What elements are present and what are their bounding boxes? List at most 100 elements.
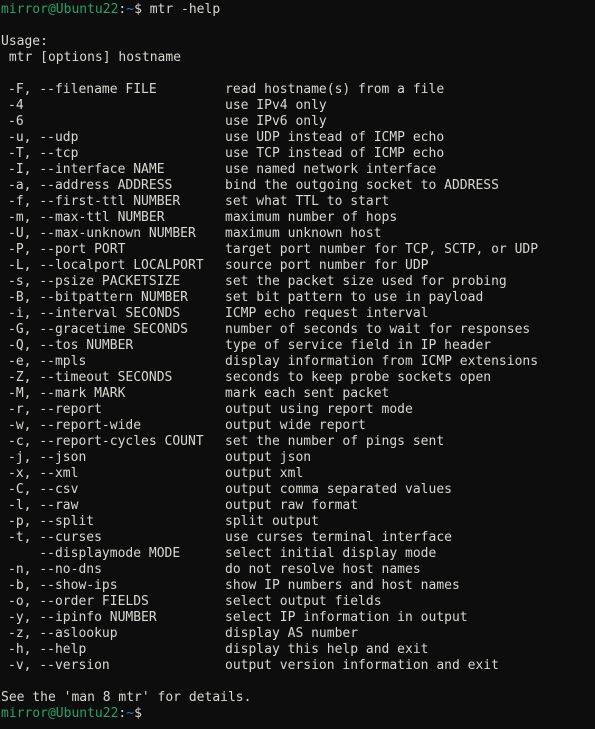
option-description: split output (225, 514, 319, 529)
option-row: -h, --help display this help and exit (0, 642, 595, 658)
prompt-user-host: mirror@Ubuntu22 (1, 706, 119, 721)
option-row: -w, --report-wide output wide report (0, 418, 595, 434)
option-row: -l, --raw output raw format (0, 498, 595, 514)
option-flag: -Z, --timeout SECONDS (8, 370, 173, 385)
option-row: -B, --bitpattern NUMBER set bit pattern t… (0, 290, 595, 306)
option-flag: --displaymode MODE (8, 546, 181, 561)
option-row: -Z, --timeout SECONDS seconds to keep pro… (0, 370, 595, 386)
option-flag: -x, --xml (8, 466, 79, 481)
option-flag: -o, --order FIELDS (8, 594, 149, 609)
trailing-prompt-line: mirror@Ubuntu22:~$ (0, 706, 595, 722)
option-row: -f, --first-ttl NUMBER set what TTL to st… (0, 194, 595, 210)
option-row: -4 use IPv4 only (0, 98, 595, 114)
option-flag: -e, --mpls (8, 354, 87, 369)
prompt-sigil: $ (134, 706, 142, 721)
option-description: maximum number of hops (225, 210, 398, 225)
option-row: -i, --interval SECONDS ICMP echo request … (0, 306, 595, 322)
option-description: display information from ICMP extensions (225, 354, 539, 369)
option-description: select output fields (225, 594, 382, 609)
option-flag: -w, --report-wide (8, 418, 142, 433)
option-row: -t, --curses use curses terminal interfac… (0, 530, 595, 546)
option-flag: -a, --address ADDRESS (8, 178, 173, 193)
option-flag: -f, --first-ttl NUMBER (8, 194, 181, 209)
option-row: -T, --tcp use TCP instead of ICMP echo (0, 146, 595, 162)
option-flag: -F, --filename FILE (8, 82, 157, 97)
option-row: -M, --mark MARK mark each sent packet (0, 386, 595, 402)
option-row: -e, --mpls display information from ICMP … (0, 354, 595, 370)
option-description: output using report mode (225, 402, 413, 417)
option-row: -I, --interface NAME use named network in… (0, 162, 595, 178)
option-flag: -M, --mark MARK (8, 386, 126, 401)
option-flag: -I, --interface NAME (8, 162, 165, 177)
option-row: -n, --no-dns do not resolve host names (0, 562, 595, 578)
prompt-sigil: $ (134, 2, 142, 17)
option-description: set the packet size used for probing (225, 274, 507, 289)
option-description: type of service field in IP header (225, 338, 492, 353)
option-description: use IPv6 only (225, 114, 327, 129)
option-row: -U, --max-unknown NUMBER maximum unknown … (0, 226, 595, 242)
option-flag: -m, --max-ttl NUMBER (8, 210, 165, 225)
option-row: -C, --csv output comma separated values (0, 482, 595, 498)
command-prompt-line: mirror@Ubuntu22:~$ mtr -help (0, 2, 595, 18)
option-row: -b, --show-ips show IP numbers and host n… (0, 578, 595, 594)
options-list: -F, --filename FILE read hostname(s) from… (0, 82, 595, 674)
option-flag: -j, --json (8, 450, 87, 465)
option-row: -u, --udp use UDP instead of ICMP echo (0, 130, 595, 146)
option-row: -x, --xml output xml (0, 466, 595, 482)
option-row: -a, --address ADDRESS bind the outgoing s… (0, 178, 595, 194)
option-description: select initial display mode (225, 546, 437, 561)
terminal-window[interactable]: mirror@Ubuntu22:~$ mtr -help Usage: mtr … (0, 0, 595, 729)
option-flag: -y, --ipinfo NUMBER (8, 610, 157, 625)
option-row: -p, --split split output (0, 514, 595, 530)
option-description: output json (225, 450, 312, 465)
option-row: -P, --port PORT target port number for TC… (0, 242, 595, 258)
option-flag: -r, --report (8, 402, 102, 417)
option-description: output version information and exit (225, 658, 499, 673)
option-description: use named network interface (225, 162, 437, 177)
option-row: --displaymode MODE select initial display… (0, 546, 595, 562)
option-description: show IP numbers and host names (225, 578, 460, 593)
option-flag: -C, --csv (8, 482, 79, 497)
option-description: ICMP echo request interval (225, 306, 429, 321)
option-description: use UDP instead of ICMP echo (225, 130, 445, 145)
option-description: output wide report (225, 418, 366, 433)
option-description: target port number for TCP, SCTP, or UDP (225, 242, 539, 257)
option-flag: -G, --gracetime SECONDS (8, 322, 189, 337)
option-flag: -b, --show-ips (8, 578, 118, 593)
option-row: -c, --report-cycles COUNT set the number … (0, 434, 595, 450)
option-row: -s, --psize PACKETSIZE set the packet siz… (0, 274, 595, 290)
option-description: mark each sent packet (225, 386, 390, 401)
option-row: -y, --ipinfo NUMBER select IP information… (0, 610, 595, 626)
usage-heading: Usage: (1, 34, 48, 49)
option-row: -6 use IPv6 only (0, 114, 595, 130)
option-description: number of seconds to wait for responses (225, 322, 531, 337)
option-flag: -l, --raw (8, 498, 79, 513)
option-description: display this help and exit (225, 642, 429, 657)
option-row: -Q, --tos NUMBER type of service field in… (0, 338, 595, 354)
option-description: source port number for UDP (225, 258, 429, 273)
option-description: output xml (225, 466, 304, 481)
option-description: set bit pattern to use in payload (225, 290, 484, 305)
option-flag: -U, --max-unknown NUMBER (8, 226, 196, 241)
option-row: -L, --localport LOCALPORT source port num… (0, 258, 595, 274)
option-flag: -n, --no-dns (8, 562, 102, 577)
option-description: bind the outgoing socket to ADDRESS (225, 178, 499, 193)
option-description: seconds to keep probe sockets open (225, 370, 492, 385)
option-description: do not resolve host names (225, 562, 421, 577)
option-description: display AS number (225, 626, 359, 641)
option-row: -z, --aslookup display AS number (0, 626, 595, 642)
usage-syntax-line: mtr [options] hostname (1, 50, 182, 65)
option-description: use curses terminal interface (225, 530, 452, 545)
option-description: output raw format (225, 498, 359, 513)
option-row: -o, --order FIELDS select output fields (0, 594, 595, 610)
option-row: -F, --filename FILE read hostname(s) from… (0, 82, 595, 98)
option-flag: -P, --port PORT (8, 242, 126, 257)
option-flag: -h, --help (8, 642, 87, 657)
option-flag: -c, --report-cycles COUNT (8, 434, 204, 449)
option-row: -r, --report output using report mode (0, 402, 595, 418)
option-flag: -Q, --tos NUMBER (8, 338, 134, 353)
prompt-user-host: mirror@Ubuntu22 (1, 2, 119, 17)
option-description: use TCP instead of ICMP echo (225, 146, 445, 161)
